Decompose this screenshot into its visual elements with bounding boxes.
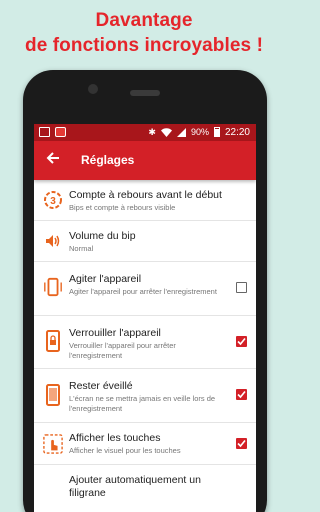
setting-subtitle: Bips et compte à rebours visible [69,203,176,212]
promo-headline: Davantage de fonctions incroyables ! [0,8,288,58]
app-toolbar: Réglages [34,141,256,180]
bluetooth-icon: ✱ [148,127,156,137]
countdown-icon: 3 [43,189,63,211]
volume-icon [43,230,63,252]
wifi-icon [160,127,172,137]
setting-title: Volume du bip [69,230,136,242]
phone-awake-icon [43,384,63,406]
setting-title: Compte à rebours avant le début [69,189,222,201]
setting-show-touches[interactable]: Afficher les touches Afficher le visuel … [34,423,256,465]
promo-line-1: Davantage [95,10,193,31]
settings-list: 3 Compte à rebours avant le début Bips e… [34,180,256,505]
setting-stay-awake[interactable]: Rester éveillé L'écran ne se mettra jama… [34,369,256,423]
setting-beep-volume[interactable]: Volume du bip Normal [34,221,256,262]
stay-awake-checkbox[interactable] [236,389,247,400]
svg-text:3: 3 [50,196,56,207]
setting-countdown[interactable]: 3 Compte à rebours avant le début Bips e… [34,180,256,221]
shake-phone-icon [43,276,63,298]
battery-percent: 90% [190,127,209,137]
setting-title: Rester éveillé [69,380,133,392]
phone-screen: ✱ 90% 22:20 Réglages 3 Compte à rebours … [34,124,256,512]
setting-subtitle: L'écran ne se mettra jamais en veille lo… [69,394,216,413]
page-title: Réglages [81,153,135,167]
camera-icon [88,84,98,94]
setting-auto-watermark[interactable]: Ajouter automatiquement un filigrane [34,465,256,505]
setting-title: Afficher les touches [69,432,161,444]
battery-icon [213,127,220,137]
setting-subtitle: Normal [69,244,94,253]
signal-icon [176,127,186,137]
setting-title: Verrouiller l'appareil [69,327,161,339]
promo-line-2: de fonctions incroyables ! [24,35,264,56]
setting-subtitle: Afficher le visuel pour les touches [69,446,181,455]
back-arrow-icon[interactable] [46,150,60,170]
image-icon [39,127,50,137]
watermark-icon [43,475,63,497]
setting-title: Ajouter automatiquement un filigrane [69,474,201,499]
shake-device-checkbox[interactable] [236,282,247,293]
status-bar: ✱ 90% 22:20 [34,124,256,141]
speaker-grille [130,90,160,96]
setting-subtitle: Verrouiller l'appareil pour arrêter l'en… [69,341,176,360]
setting-lock-device[interactable]: Verrouiller l'appareil Verrouiller l'app… [34,316,256,369]
show-touches-checkbox[interactable] [236,438,247,449]
clock: 22:20 [224,126,250,138]
setting-subtitle: Agiter l'appareil pour arrêter l'enregis… [69,287,217,296]
app-icon [55,127,66,137]
setting-title: Agiter l'appareil [69,273,142,285]
lock-device-checkbox[interactable] [236,336,247,347]
setting-shake-device[interactable]: Agiter l'appareil Agiter l'appareil pour… [34,262,256,316]
touch-icon [43,433,63,455]
lock-phone-icon [43,330,63,352]
